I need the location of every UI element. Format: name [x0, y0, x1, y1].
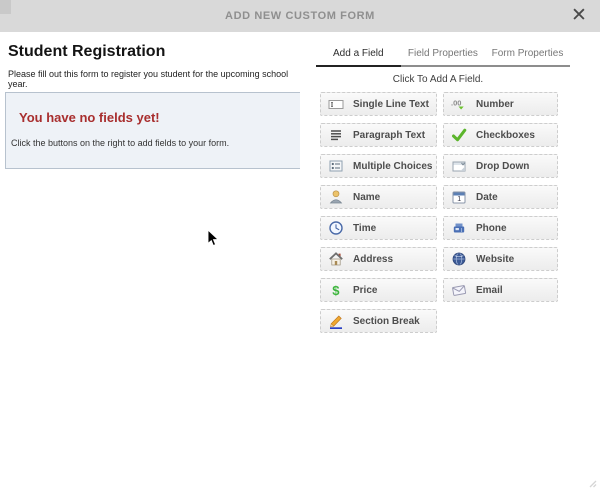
- field-button-name[interactable]: Name: [320, 185, 437, 209]
- field-button-single-line-text[interactable]: Single Line Text: [320, 92, 437, 116]
- field-button-label: Phone: [476, 223, 507, 234]
- field-button-email[interactable]: Email: [443, 278, 558, 302]
- field-button-section-break[interactable]: Section Break: [320, 309, 437, 333]
- envelope-icon: [451, 282, 467, 298]
- field-button-phone[interactable]: Phone: [443, 216, 558, 240]
- house-icon: [328, 251, 344, 267]
- active-tab-underline: [316, 65, 401, 67]
- field-button-label: Single Line Text: [353, 99, 429, 110]
- field-button-label: Price: [353, 285, 377, 296]
- phone-icon: [451, 220, 467, 236]
- globe-icon: [451, 251, 467, 267]
- field-button-label: Website: [476, 254, 514, 265]
- field-button-address[interactable]: Address: [320, 247, 437, 271]
- field-button-multiple-choices[interactable]: Multiple Choices: [320, 154, 437, 178]
- calendar-icon: 1: [451, 189, 467, 205]
- field-button-date[interactable]: 1 Date: [443, 185, 558, 209]
- empty-fields-heading: You have no fields yet!: [19, 110, 160, 125]
- panel-instruction: Click To Add A Field.: [300, 74, 576, 85]
- tab-field-properties[interactable]: Field Properties: [401, 45, 486, 65]
- field-button-drop-down[interactable]: Drop Down: [443, 154, 558, 178]
- tab-form-properties[interactable]: Form Properties: [485, 45, 570, 65]
- svg-text:.00: .00: [451, 99, 461, 108]
- choice-list-icon: [328, 158, 344, 174]
- tab-underline: [316, 65, 570, 67]
- drop-down-box-icon: [451, 158, 467, 174]
- svg-text:1: 1: [457, 196, 461, 203]
- field-button-time[interactable]: Time: [320, 216, 437, 240]
- resize-grip-icon[interactable]: [587, 475, 597, 485]
- tab-bar: Add a FieldField PropertiesForm Properti…: [316, 45, 570, 65]
- paragraph-lines-icon: [328, 127, 344, 143]
- field-button-label: Date: [476, 192, 498, 203]
- form-title: Student Registration: [8, 43, 165, 61]
- field-button-label: Multiple Choices: [353, 161, 432, 172]
- field-button-label: Checkboxes: [476, 130, 535, 141]
- modal-title: ADD NEW CUSTOM FORM: [0, 0, 600, 32]
- field-button-label: Address: [353, 254, 393, 265]
- close-x-icon[interactable]: ✕: [567, 4, 591, 28]
- field-button-label: Name: [353, 192, 380, 203]
- green-check-icon: [451, 127, 467, 143]
- empty-fields-message: Click the buttons on the right to add fi…: [11, 138, 229, 148]
- field-button-label: Time: [353, 223, 376, 234]
- dollar-icon: $: [328, 282, 344, 298]
- number-icon: .00: [451, 96, 467, 112]
- svg-text:$: $: [332, 283, 340, 298]
- field-button-checkboxes[interactable]: Checkboxes: [443, 123, 558, 147]
- field-button-grid: Single Line Text .00 Number Paragraph Text C…: [320, 92, 558, 333]
- pencil-break-icon: [328, 313, 344, 329]
- single-line-text-icon: [328, 96, 344, 112]
- field-tools-panel: Add a FieldField PropertiesForm Properti…: [300, 32, 600, 488]
- field-button-label: Email: [476, 285, 503, 296]
- field-button-website[interactable]: Website: [443, 247, 558, 271]
- person-icon: [328, 189, 344, 205]
- field-button-label: Drop Down: [476, 161, 529, 172]
- field-button-label: Section Break: [353, 316, 420, 327]
- field-button-label: Number: [476, 99, 514, 110]
- clock-icon: [328, 220, 344, 236]
- modal-header: ADD NEW CUSTOM FORM ✕: [0, 0, 600, 32]
- form-subtitle: Please fill out this form to register yo…: [8, 69, 300, 89]
- form-preview-panel: Student Registration Please fill out thi…: [0, 32, 300, 488]
- field-button-label: Paragraph Text: [353, 130, 425, 141]
- tab-add-a-field[interactable]: Add a Field: [316, 45, 401, 65]
- add-custom-form-modal: ADD NEW CUSTOM FORM ✕ Student Registrati…: [0, 0, 600, 488]
- field-button-number[interactable]: .00 Number: [443, 92, 558, 116]
- field-button-paragraph-text[interactable]: Paragraph Text: [320, 123, 437, 147]
- field-button-price[interactable]: $ Price: [320, 278, 437, 302]
- empty-fields-box: You have no fields yet! Click the button…: [5, 92, 301, 169]
